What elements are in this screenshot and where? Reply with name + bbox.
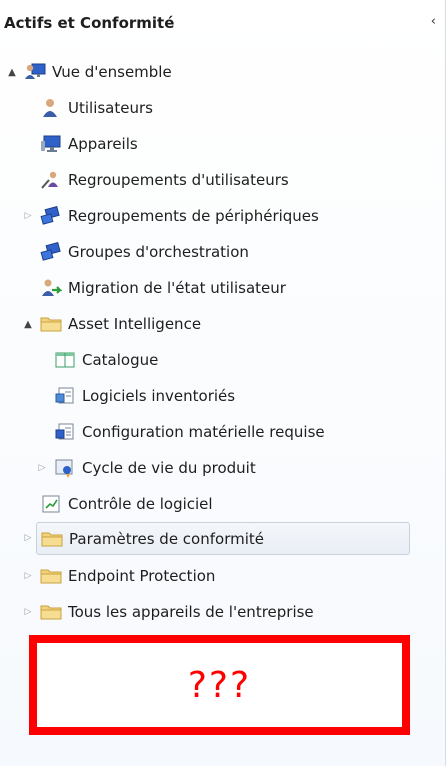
- tree-item-label: Asset Intelligence: [68, 315, 202, 333]
- catalog-icon: [55, 352, 75, 368]
- tree-item-controle-logiciel[interactable]: Contrôle de logiciel: [40, 488, 213, 520]
- tree-item-catalogue[interactable]: Catalogue: [54, 344, 158, 376]
- tree-item-cycle-vie-produit[interactable]: ▷ Cycle de vie du produit: [34, 452, 256, 484]
- folder-icon: [41, 532, 63, 546]
- tree-item-label: Groupes d'orchestration: [68, 243, 249, 261]
- expand-arrow-icon[interactable]: ▷: [20, 530, 36, 546]
- orchestration-icon: [40, 242, 61, 261]
- tree-item-configuration-materielle[interactable]: Configuration matérielle requise: [54, 416, 325, 448]
- tree-item-vue-ensemble[interactable]: ▲ Vue d'ensemble: [4, 56, 172, 88]
- migration-icon: [42, 279, 62, 296]
- tree-item-utilisateurs[interactable]: Utilisateurs: [40, 92, 153, 124]
- tree-item-endpoint-protection[interactable]: ▷ Endpoint Protection: [20, 560, 216, 592]
- collapse-pane-button[interactable]: ‹: [431, 14, 436, 29]
- annotation-text: ???: [187, 664, 252, 706]
- tree-item-label: Migration de l'état utilisateur: [68, 279, 286, 297]
- tree-item-label: Paramètres de conformité: [69, 529, 264, 548]
- tree-item-label: Cycle de vie du produit: [82, 459, 256, 477]
- expand-arrow-icon[interactable]: ▷: [20, 604, 36, 620]
- tree-item-regroupements-utilisateurs[interactable]: Regroupements d'utilisateurs: [40, 164, 289, 196]
- tree-item-label: Catalogue: [82, 351, 159, 369]
- tree-item-asset-intelligence[interactable]: ▲ Asset Intelligence: [20, 308, 201, 340]
- annotation-box: ???: [29, 635, 410, 735]
- tree-item-tous-appareils-entreprise[interactable]: ▷ Tous les appareils de l'entreprise: [20, 596, 314, 628]
- user-collection-icon: [41, 171, 58, 189]
- monitor-icon: [41, 135, 61, 152]
- lifecycle-icon: [55, 459, 73, 478]
- folder-icon: [40, 569, 62, 584]
- expand-arrow-icon[interactable]: ▲: [4, 64, 20, 80]
- tree-item-label: Tous les appareils de l'entreprise: [68, 603, 314, 621]
- pane-title: Actifs et Conformité: [4, 14, 175, 32]
- tree-item-parametres-conformite[interactable]: Paramètres de conformité: [36, 522, 410, 555]
- expand-arrow-icon[interactable]: ▷: [34, 460, 50, 476]
- tree-item-appareils[interactable]: Appareils: [40, 128, 138, 160]
- hardware-icon: [55, 423, 74, 440]
- software-icon: [55, 387, 74, 404]
- folder-icon: [40, 317, 62, 332]
- expand-arrow-icon[interactable]: ▲: [20, 316, 36, 332]
- user-icon: [43, 99, 57, 117]
- tree-item-groupes-orchestration[interactable]: Groupes d'orchestration: [40, 236, 249, 268]
- expand-arrow-icon[interactable]: ▷: [20, 208, 36, 224]
- pane-header: Actifs et Conformité ‹: [0, 0, 446, 44]
- tree-item-label: Appareils: [68, 135, 138, 153]
- expand-arrow-icon[interactable]: ▷: [20, 568, 36, 584]
- tree-item-label: Utilisateurs: [68, 99, 153, 117]
- users-monitor-icon: [25, 63, 46, 79]
- tree-item-label: Configuration matérielle requise: [82, 423, 325, 441]
- tree-item-label: Contrôle de logiciel: [68, 495, 213, 513]
- tree-item-label: Regroupements d'utilisateurs: [68, 171, 289, 189]
- folder-icon: [40, 605, 62, 620]
- tree-item-label: Endpoint Protection: [68, 567, 216, 585]
- tree-item-regroupements-peripheriques[interactable]: ▷ Regroupements de périphériques: [20, 200, 319, 232]
- tree-item-label: Regroupements de périphériques: [68, 207, 319, 225]
- tree-item-migration-etat-utilisateur[interactable]: Migration de l'état utilisateur: [40, 272, 286, 304]
- tree-item-logiciels-inventories[interactable]: Logiciels inventoriés: [54, 380, 235, 412]
- tree-item-label: Logiciels inventoriés: [82, 387, 236, 405]
- tree-item-label: Vue d'ensemble: [52, 63, 172, 81]
- navigation-pane: Actifs et Conformité ‹ ▲ Vue d'ensemble …: [0, 0, 446, 766]
- device-collection-icon: [40, 206, 60, 225]
- metering-icon: [42, 495, 60, 513]
